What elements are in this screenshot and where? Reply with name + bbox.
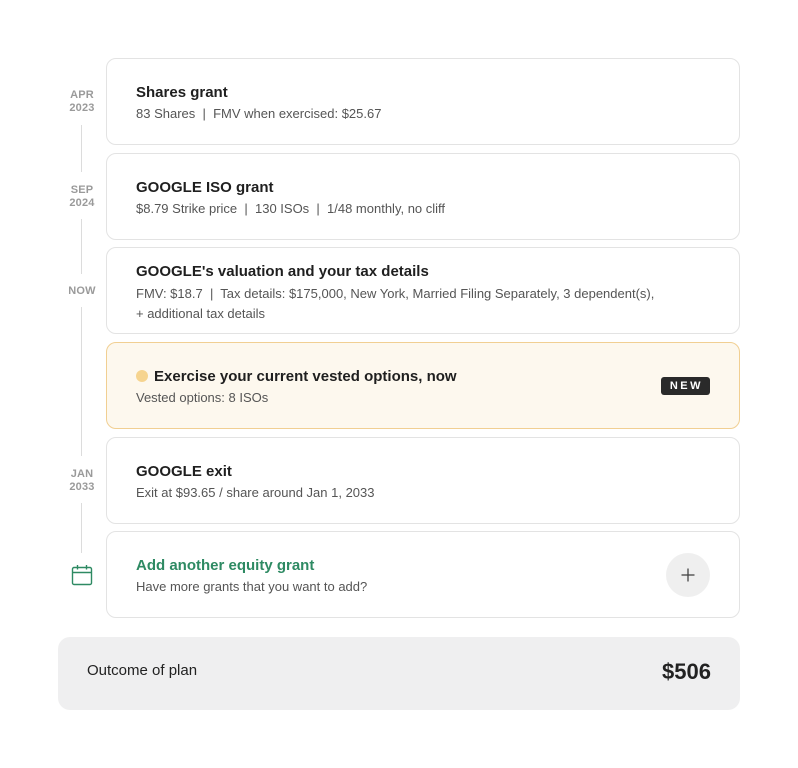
outcome-panel: Outcome of plan $506 [58, 637, 740, 710]
date-month: NOW [68, 285, 96, 297]
outcome-label: Outcome of plan [87, 662, 198, 679]
timeline-connector [81, 219, 82, 274]
add-grant-card[interactable]: Add another equity grant Have more grant… [106, 531, 740, 618]
card-title: GOOGLE's valuation and your tax details [136, 263, 429, 280]
exercise-options-card[interactable]: Exercise your current vested options, no… [106, 342, 740, 429]
date-label: SEP 2024 [58, 184, 106, 210]
plus-icon [681, 568, 695, 582]
add-grant-button[interactable] [666, 553, 710, 597]
card-subtitle: $8.79 Strike price | 130 ISOs | 1/48 mon… [136, 201, 446, 216]
date-year: 2033 [69, 481, 95, 493]
valuation-tax-card[interactable]: GOOGLE's valuation and your tax details … [106, 247, 740, 334]
exit-card[interactable]: GOOGLE exit Exit at $93.65 / share aroun… [106, 437, 740, 524]
card-subtitle: 83 Shares | FMV when exercised: $25.67 [136, 106, 382, 121]
timeline-connector [81, 125, 82, 172]
timeline-connector [81, 503, 82, 553]
additional-tax-details-link[interactable]: + additional tax details [136, 304, 265, 324]
card-title: GOOGLE exit [136, 463, 232, 480]
date-label: JAN 2033 [58, 468, 106, 494]
date-year: 2024 [69, 197, 95, 209]
new-badge: NEW [660, 377, 710, 395]
timeline-connector [81, 307, 82, 456]
card-title: GOOGLE ISO grant [136, 179, 274, 196]
card-title: Exercise your current vested options, no… [154, 368, 457, 385]
date-label: NOW [58, 285, 106, 298]
card-subtitle: Exit at $93.65 / share around Jan 1, 203… [136, 485, 375, 500]
outcome-value: $506 [662, 659, 711, 684]
add-grant-title[interactable]: Add another equity grant [136, 557, 314, 574]
card-subtitle: Vested options: 8 ISOs [136, 390, 269, 405]
shares-grant-card[interactable]: Shares grant 83 Shares | FMV when exerci… [106, 58, 740, 145]
date-month: JAN [70, 468, 94, 480]
date-year: 2023 [69, 102, 95, 114]
date-month: SEP [70, 184, 94, 196]
status-dot-icon [136, 370, 148, 382]
card-subtitle: Have more grants that you want to add? [136, 579, 368, 594]
card-title: Shares grant [136, 84, 228, 101]
date-month: APR [70, 89, 94, 101]
date-label: APR 2023 [58, 89, 106, 115]
card-subtitle: FMV: $18.7 | Tax details: $175,000, New … [136, 286, 655, 301]
iso-grant-card[interactable]: GOOGLE ISO grant $8.79 Strike price | 13… [106, 153, 740, 240]
calendar-icon [71, 565, 93, 586]
